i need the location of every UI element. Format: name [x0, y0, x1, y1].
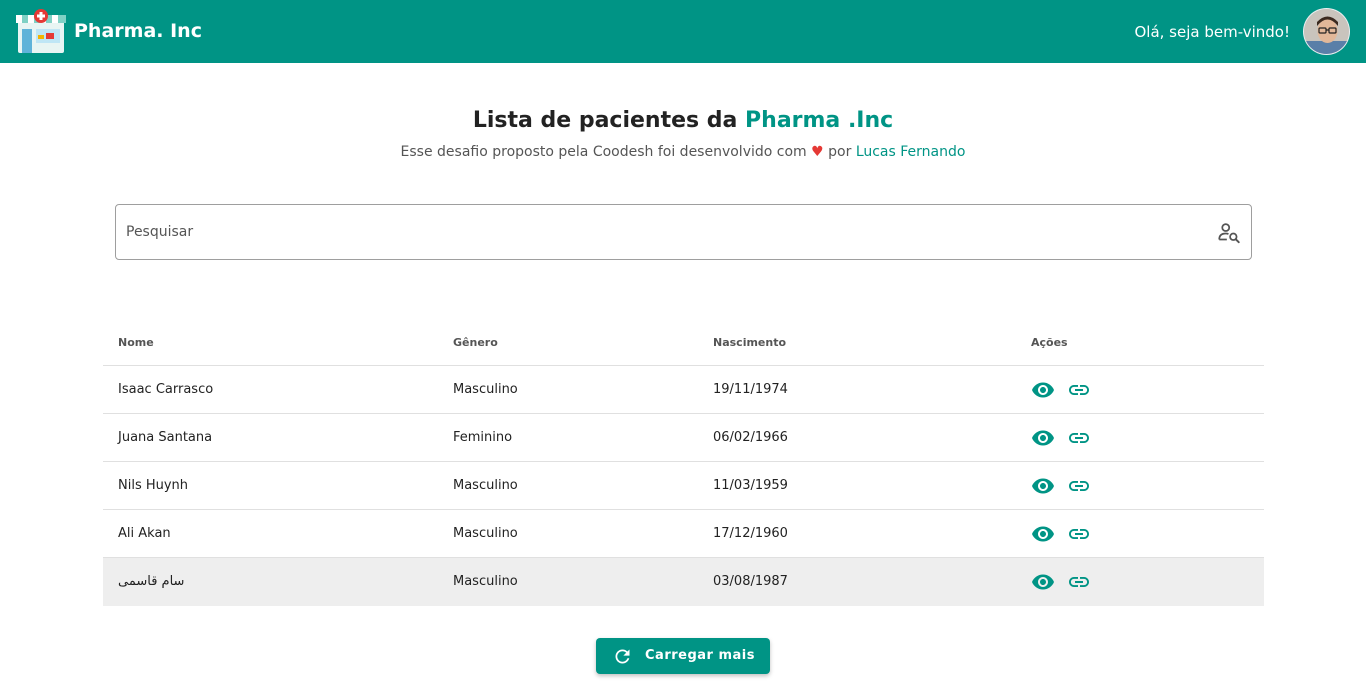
load-more-label: Carregar mais [645, 648, 755, 663]
table-row[interactable]: Isaac Carrasco Masculino 19/11/1974 [103, 366, 1264, 414]
patient-gender: Feminino [453, 430, 513, 445]
top-app-bar: Pharma. Inc Olá, seja bem-vindo! [0, 0, 1366, 63]
patient-name: Nils Huynh [118, 478, 189, 493]
load-more-button[interactable]: Carregar mais [596, 638, 770, 674]
column-header-actions: Ações [1031, 336, 1068, 349]
page-title: Lista de pacientes da Pharma .Inc [0, 108, 1366, 133]
eye-icon[interactable] [1031, 570, 1055, 594]
refresh-icon [612, 646, 633, 667]
link-icon[interactable] [1067, 522, 1091, 546]
patient-gender: Masculino [453, 382, 518, 397]
heart-icon: ♥ [811, 144, 824, 160]
patient-gender: Masculino [453, 478, 518, 493]
greeting-text: Olá, seja bem-vindo! [1134, 23, 1290, 41]
patient-gender: Masculino [453, 574, 518, 589]
page-subtitle: Esse desafio proposto pela Coodesh foi d… [0, 144, 1366, 160]
brand-title: Pharma. Inc [74, 20, 202, 42]
table-row[interactable]: سام قاسمی Masculino 03/08/1987 [103, 558, 1264, 606]
link-icon[interactable] [1067, 570, 1091, 594]
patient-birth: 06/02/1966 [713, 430, 788, 445]
patient-name: Juana Santana [118, 430, 213, 445]
column-header-gender[interactable]: Gênero [453, 336, 498, 349]
subtitle-text: Esse desafio proposto pela Coodesh foi d… [400, 144, 812, 160]
eye-icon[interactable] [1031, 522, 1055, 546]
patient-birth: 11/03/1959 [713, 478, 788, 493]
link-icon[interactable] [1067, 378, 1091, 402]
link-icon[interactable] [1067, 426, 1091, 450]
patient-name: سام قاسمی [118, 574, 185, 589]
patient-birth: 03/08/1987 [713, 574, 788, 589]
subtitle-by: por [823, 144, 856, 160]
search-box [115, 204, 1252, 260]
patients-table: Nome Gênero Nascimento Ações Isaac Carra… [103, 318, 1264, 606]
eye-icon[interactable] [1031, 474, 1055, 498]
person-search-icon[interactable] [1216, 220, 1242, 246]
page-title-prefix: Lista de pacientes da [472, 108, 746, 133]
eye-icon[interactable] [1031, 378, 1055, 402]
search-input[interactable] [126, 205, 1206, 259]
author-link[interactable]: Lucas Fernando [856, 144, 966, 160]
pharmacy-store-icon[interactable] [16, 9, 66, 54]
patient-birth: 17/12/1960 [713, 526, 788, 541]
column-header-name[interactable]: Nome [118, 336, 154, 349]
table-row[interactable]: Nils Huynh Masculino 11/03/1959 [103, 462, 1264, 510]
table-row[interactable]: Juana Santana Feminino 06/02/1966 [103, 414, 1264, 462]
table-row[interactable]: Ali Akan Masculino 17/12/1960 [103, 510, 1264, 558]
table-header: Nome Gênero Nascimento Ações [103, 318, 1264, 366]
patient-name: Isaac Carrasco [118, 382, 214, 397]
patient-birth: 19/11/1974 [713, 382, 788, 397]
patient-name: Ali Akan [118, 526, 171, 541]
page-title-accent: Pharma .Inc [745, 108, 894, 133]
column-header-birth[interactable]: Nascimento [713, 336, 786, 349]
user-avatar[interactable] [1303, 8, 1350, 55]
link-icon[interactable] [1067, 474, 1091, 498]
eye-icon[interactable] [1031, 426, 1055, 450]
patient-gender: Masculino [453, 526, 518, 541]
